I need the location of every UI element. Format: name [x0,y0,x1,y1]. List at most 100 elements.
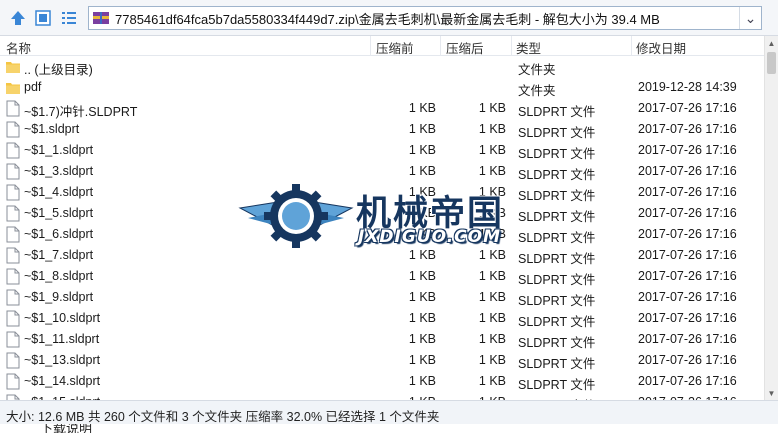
toolbar: 7785461df64fca5b7da5580334f449d7.zip\金属去… [0,0,778,36]
file-name: ~$1_5.sldprt [24,206,94,220]
list-item[interactable]: ~$1_4.sldprt 1 KB 1 KB SLDPRT 文件 2017-07-26 … [0,182,764,203]
file-name: ~$1.7)冲针.SLDPRT [24,105,138,119]
file-modified: 2017-07-26 17:16 [638,101,737,115]
file-packed-size: 1 KB [408,269,436,283]
file-packed-size: 1 KB [408,332,436,346]
below-window-text: 下载说明 [40,424,93,433]
view-list-icon[interactable] [59,8,79,28]
file-icon [6,310,20,327]
list-item[interactable]: ~$1_8.sldprt 1 KB 1 KB SLDPRT 文件 2017-07-26 … [0,266,764,287]
column-packed[interactable]: 压缩前 [376,38,414,57]
list-item[interactable]: ~$1_14.sldprt 1 KB 1 KB SLDPRT 文件 2017-07-26… [0,371,764,392]
file-type: SLDPRT 文件 [518,126,596,140]
list-item[interactable]: .. (上级目录) 文件夹 [0,56,764,77]
file-modified: 2017-07-26 17:16 [638,290,737,304]
folder-icon [6,58,20,75]
file-type: SLDPRT 文件 [518,357,596,371]
file-type: SLDPRT 文件 [518,231,596,245]
file-name: ~$1_4.sldprt [24,185,94,199]
column-divider[interactable] [370,36,371,56]
column-name[interactable]: 名称 [6,38,31,57]
file-packed-size: 1 KB [408,311,436,325]
column-type[interactable]: 类型 [516,38,541,57]
file-packed-size: 1 KB [408,122,436,136]
below-window-area: 下载说明 [0,424,778,433]
list-item[interactable]: ~$1_11.sldprt 1 KB 1 KB SLDPRT 文件 2017-07-26… [0,329,764,350]
file-name: .. (上级目录) [24,63,93,77]
address-bar[interactable]: 7785461df64fca5b7da5580334f449d7.zip\金属去… [88,6,762,30]
file-size: 1 KB [478,206,506,220]
chevron-down-icon[interactable]: ⌄ [739,7,761,29]
file-size: 1 KB [478,269,506,283]
list-item[interactable]: ~$1_1.sldprt 1 KB 1 KB SLDPRT 文件 2017-07-26 … [0,140,764,161]
address-path: 7785461df64fca5b7da5580334f449d7.zip\金属去… [115,11,660,27]
column-divider[interactable] [440,36,441,56]
file-size: 1 KB [478,227,506,241]
list-item[interactable]: ~$1.7)冲针.SLDPRT 1 KB 1 KB SLDPRT 文件 2017-07-… [0,98,764,119]
file-size: 1 KB [478,143,506,157]
file-name: ~$1_6.sldprt [24,227,94,241]
list-item[interactable]: ~$1_9.sldprt 1 KB 1 KB SLDPRT 文件 2017-07-26 … [0,287,764,308]
up-arrow-icon[interactable] [8,8,28,28]
file-name: ~$1_1.sldprt [24,143,94,157]
file-type: 文件夹 [518,84,556,98]
file-size: 1 KB [478,164,506,178]
file-icon [6,184,20,201]
status-text: 大小: 12.6 MB 共 260 个文件和 3 个文件夹 压缩率 32.0% … [6,410,440,424]
file-type: SLDPRT 文件 [518,147,596,161]
list-item[interactable]: ~$1_5.sldprt 1 KB 1 KB SLDPRT 文件 2017-07-26 … [0,203,764,224]
file-size: 1 KB [478,332,506,346]
list-item[interactable]: ~$1_13.sldprt 1 KB 1 KB SLDPRT 文件 2017-07-26… [0,350,764,371]
file-size: 1 KB [478,374,506,388]
file-size: 1 KB [478,311,506,325]
file-type: SLDPRT 文件 [518,105,596,119]
file-size: 1 KB [478,122,506,136]
scroll-up-icon[interactable]: ▲ [765,36,778,50]
column-header: 名称 压缩前 压缩后 类型 修改日期 [0,36,764,56]
file-name: ~$1_9.sldprt [24,290,94,304]
file-name: pdf [24,80,42,94]
list-item[interactable]: pdf 文件夹 2019-12-28 14:39 [0,77,764,98]
list-item[interactable]: ~$1.sldprt 1 KB 1 KB SLDPRT 文件 2017-07-26 17… [0,119,764,140]
file-icon [6,268,20,285]
file-name: ~$1.sldprt [24,122,80,136]
file-name: ~$1_3.sldprt [24,164,94,178]
vertical-scrollbar[interactable]: ▲ ▼ [764,36,778,400]
file-name: ~$1_13.sldprt [24,353,101,367]
file-modified: 2017-07-26 17:16 [638,353,737,367]
file-icon [6,373,20,390]
column-modified[interactable]: 修改日期 [636,38,686,57]
file-packed-size: 1 KB [408,374,436,388]
column-size[interactable]: 压缩后 [446,38,484,57]
list-item[interactable]: ~$1_3.sldprt 1 KB 1 KB SLDPRT 文件 2017-07-26 … [0,161,764,182]
file-modified: 2017-07-26 17:16 [638,311,737,325]
file-name: ~$1_11.sldprt [24,332,100,346]
archive-icon [92,10,110,26]
file-modified: 2019-12-28 14:39 [638,80,737,94]
file-type: SLDPRT 文件 [518,336,596,350]
file-packed-size: 1 KB [408,290,436,304]
list-item[interactable]: ~$1_15.sldprt1 KB1 KBSLDPRT 文件2017-07-26… [0,392,764,400]
file-modified: 2017-07-26 17:16 [638,269,737,283]
file-modified: 2017-07-26 17:16 [638,332,737,346]
list-item[interactable]: ~$1_6.sldprt 1 KB 1 KB SLDPRT 文件 2017-07-26 … [0,224,764,245]
file-list: .. (上级目录) 文件夹 pdf 文件夹 2019-12-28 14:39 ~$1.7)… [0,56,764,400]
file-size: 1 KB [478,290,506,304]
file-type: SLDPRT 文件 [518,378,596,392]
scroll-thumb[interactable] [767,52,776,74]
file-size: 1 KB [478,353,506,367]
column-divider[interactable] [511,36,512,56]
list-item[interactable]: ~$1_10.sldprt 1 KB 1 KB SLDPRT 文件 2017-07-26… [0,308,764,329]
scroll-down-icon[interactable]: ▼ [765,386,778,400]
file-name: ~$1_7.sldprt [24,248,94,262]
view-large-icon[interactable] [33,8,53,28]
column-divider[interactable] [631,36,632,56]
file-type: SLDPRT 文件 [518,315,596,329]
file-modified: 2017-07-26 17:16 [638,206,737,220]
file-type: SLDPRT 文件 [518,252,596,266]
file-type: 文件夹 [518,63,556,77]
file-icon [6,163,20,180]
file-packed-size: 1 KB [408,101,436,115]
list-item[interactable]: ~$1_7.sldprt 1 KB 1 KB SLDPRT 文件 2017-07-26 … [0,245,764,266]
file-size: 1 KB [478,185,506,199]
